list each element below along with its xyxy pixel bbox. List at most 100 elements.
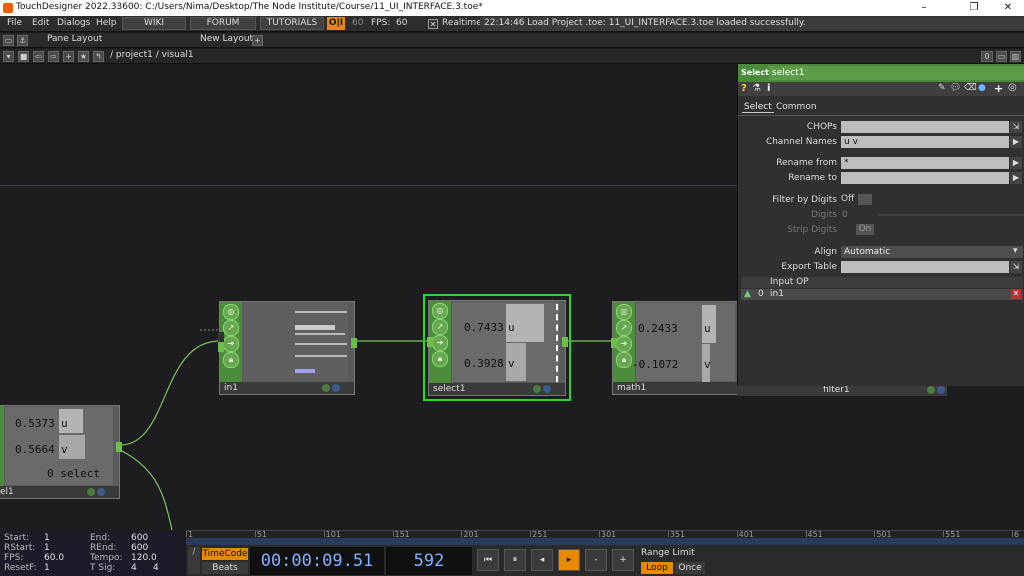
tsig-numerator[interactable]: 4 [131,563,137,573]
rename-from-field[interactable]: * [841,157,1009,169]
time-info-panel: Start: 1 End: 600 RStart: 1 REnd: 600 FP… [0,530,184,576]
timecode-toggle[interactable]: TimeCode [202,548,248,560]
timecode-display[interactable]: 00:00:09.51 [250,547,384,575]
op-name-field[interactable]: select1 [769,66,1024,80]
rstart-value[interactable]: 1 [44,543,50,553]
align-dropdown[interactable]: Automatic [841,246,1023,258]
python-help-icon[interactable]: ⚗ [752,83,761,94]
step-forward-button[interactable]: + [612,549,634,571]
strip-digits-toggle[interactable]: On [856,224,874,235]
input-port[interactable] [218,342,224,352]
loop-toggle[interactable]: Loop [641,562,673,574]
play-reverse-icon[interactable]: ◂ [531,549,553,571]
chops-field[interactable] [841,121,1009,133]
viewer-icon[interactable]: ◎ [616,304,632,320]
node-viewer [243,303,348,381]
node-flag-icon[interactable] [322,384,330,392]
lock-icon[interactable]: 🔒︎ [432,351,448,367]
channel-name-u: u [508,321,515,334]
beats-toggle[interactable]: Beats [202,562,248,574]
filter-digits-toggle[interactable]: Off [841,194,854,204]
node-select1[interactable]: ◎ ↗ ➔ 🔒︎ 0.7433 u 0.3928 v select1 [427,300,568,396]
input-port[interactable] [611,338,617,348]
node-in1[interactable]: ◎ ↗ ➔ 🔒︎ in1 [218,301,357,395]
eraser-icon[interactable]: ⌫ [964,83,977,93]
node-flag-icon[interactable] [97,488,105,496]
remove-input-icon[interactable]: ✕ [1011,289,1021,299]
bypass-icon[interactable]: ↗ [432,319,448,335]
comment-icon[interactable]: 💬︎ [950,83,961,93]
timeline-tick-line [392,531,394,537]
digits-value[interactable]: 0 [842,210,848,220]
node-flag-icon[interactable] [937,386,945,394]
input-port[interactable] [427,337,433,347]
channel-value-u: 0.7433 [464,321,504,334]
play-forward-icon[interactable]: ▸ [558,549,580,571]
input-port[interactable] [218,332,224,342]
move-up-icon[interactable]: ▲ [744,289,751,299]
channel-value-v: 0.3928 [464,357,504,370]
frame-display[interactable]: 592 [386,547,472,575]
timeline-range-bar[interactable] [186,538,1024,545]
timeline-tick-line [530,531,532,537]
rend-value[interactable]: 600 [131,543,148,553]
rename-to-menu-icon[interactable]: ▶ [1010,172,1022,184]
digits-slider[interactable] [878,214,1024,216]
help-icon[interactable]: ? [741,83,747,94]
filter-digits-switch[interactable] [858,194,872,205]
rename-from-label: Rename from [776,158,837,168]
tab-common[interactable]: Common [776,102,817,112]
tempo-value[interactable]: 120.0 [131,553,157,563]
info-icon[interactable]: i [767,83,770,94]
transport-mode-icon[interactable]: / [188,547,200,574]
viewer-icon[interactable]: ◎ [432,303,448,319]
lock-icon[interactable]: 🔒︎ [223,352,239,368]
timeline-tick-line [736,531,738,537]
output-port[interactable] [116,442,122,452]
pause-icon[interactable]: ⏸ [504,549,526,571]
flag-arrow-icon[interactable]: ➔ [432,335,448,351]
end-value[interactable]: 600 [131,533,148,543]
lock-icon[interactable]: 🔒︎ [616,352,632,368]
tab-select[interactable]: Select [742,102,774,113]
rename-to-field[interactable] [841,172,1009,184]
node-math1[interactable]: ◎ ↗ ➔ 🔒︎ 0.2433 u -0.1072 v math1 [611,301,742,395]
input-row-value[interactable]: in1 [770,289,784,299]
rename-from-menu-icon[interactable]: ▶ [1010,157,1022,169]
chevron-down-icon[interactable]: ▾ [1013,246,1018,256]
chops-browse-icon[interactable]: ⇲ [1010,121,1022,133]
once-toggle[interactable]: Once [675,562,705,574]
node-name[interactable]: math1 [613,382,741,394]
add-param-icon[interactable]: + [994,82,1003,95]
channel-names-menu-icon[interactable]: ▶ [1010,136,1022,148]
settings-icon[interactable]: ◎ [1008,82,1017,93]
export-table-browse-icon[interactable]: ⇲ [1010,261,1022,273]
viewer-icon[interactable]: ◎ [223,304,239,320]
tsig-denominator[interactable]: 4 [153,563,159,573]
python-icon[interactable]: ● [978,83,986,93]
fps-value[interactable]: 60.0 [44,553,64,563]
input-op-row[interactable]: ▲ 0 in1 ✕ [741,289,1023,300]
timeline-tick-line [323,531,325,537]
channel-names-field[interactable]: u v [841,136,1009,148]
node-flag-icon[interactable] [332,384,340,392]
node-flag-icon[interactable] [533,385,541,393]
bypass-icon[interactable]: ↗ [616,320,632,336]
rewind-icon[interactable]: ⏮ [477,549,499,571]
start-value[interactable]: 1 [44,533,50,543]
bypass-icon[interactable]: ↗ [223,320,239,336]
step-back-button[interactable]: - [585,549,607,571]
output-port[interactable] [351,338,357,348]
node-flag-icon[interactable] [543,385,551,393]
output-port[interactable] [562,337,568,347]
strip-digits-label: Strip Digits [787,225,837,235]
flag-arrow-icon[interactable]: ➔ [616,336,632,352]
flag-arrow-icon[interactable]: ➔ [223,336,239,352]
node-flag-icon[interactable] [927,386,935,394]
node-flag-icon[interactable] [87,488,95,496]
node-panel1[interactable]: 0.5373 u 0.5664 v 0 select el1 [0,405,122,499]
edit-icon[interactable]: ✎ [938,83,946,93]
export-table-field[interactable] [841,261,1009,273]
resetf-value[interactable]: 1 [44,563,50,573]
channel-value-v: 0.5664 [15,443,55,456]
